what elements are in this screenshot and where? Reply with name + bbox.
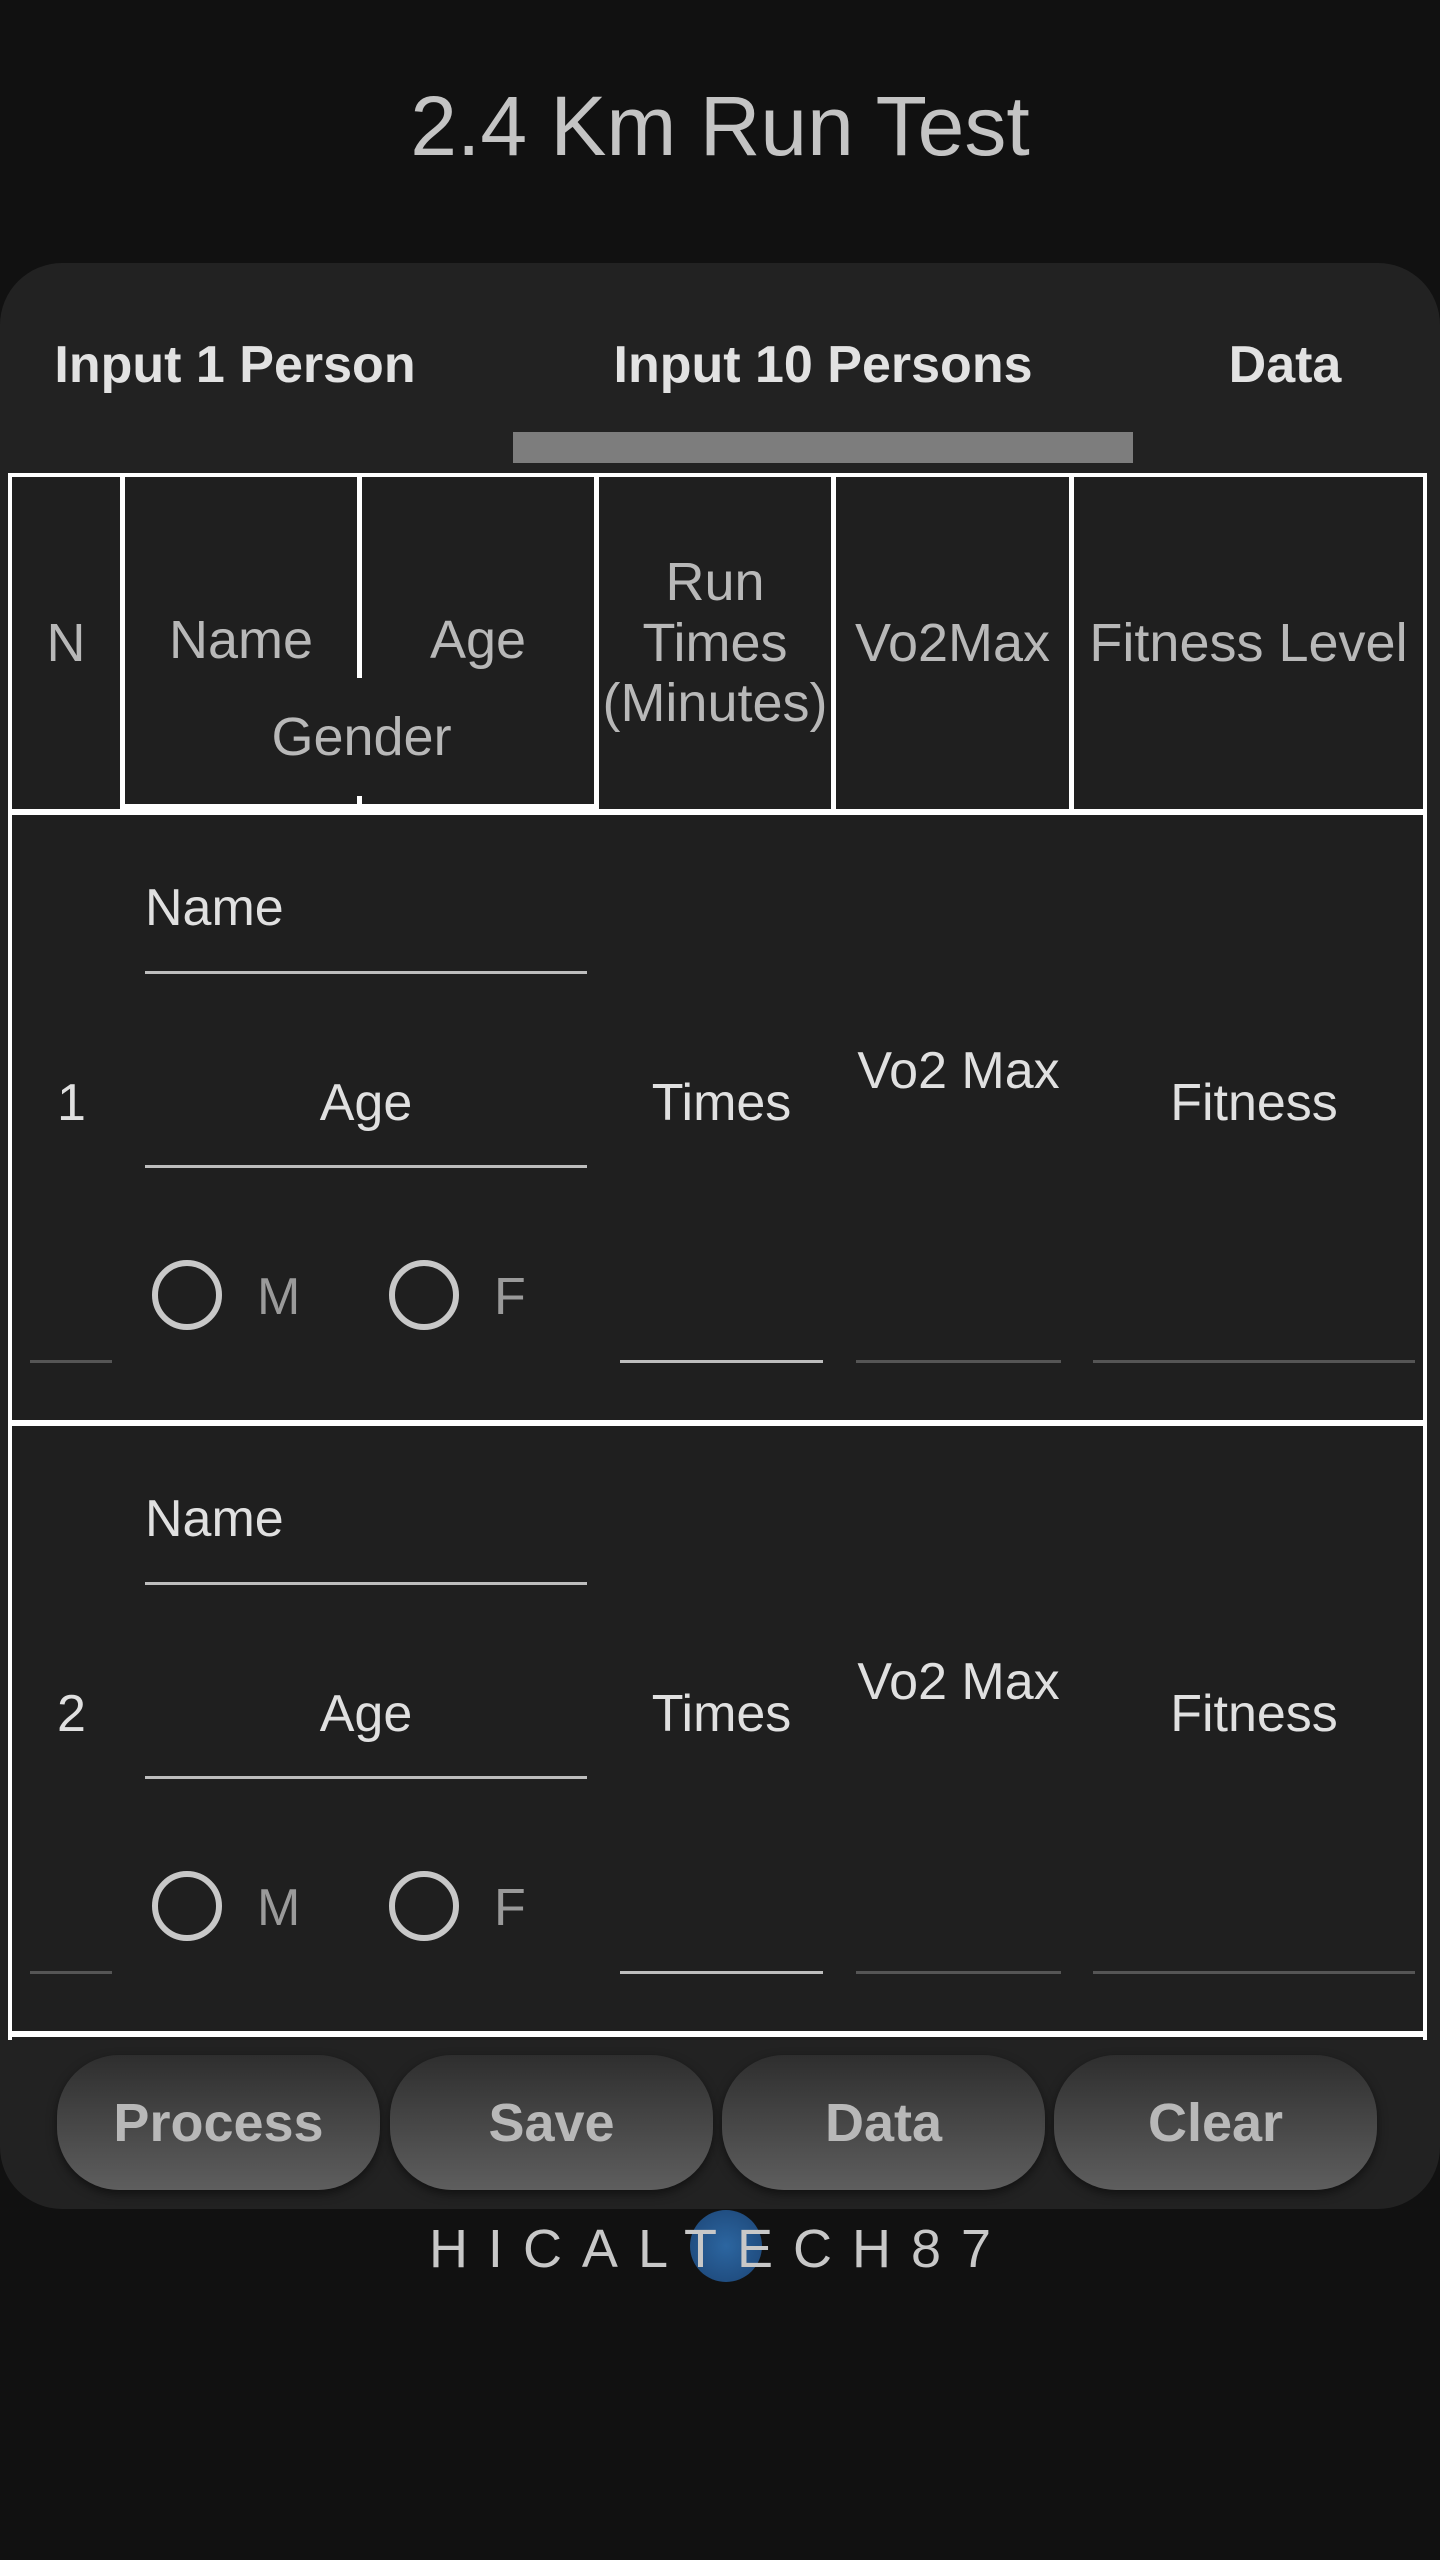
gender-f-radio[interactable] <box>389 1260 459 1330</box>
save-button[interactable]: Save <box>390 2055 713 2190</box>
header-run-times: Run Times (Minutes) <box>599 477 831 809</box>
clear-button[interactable]: Clear <box>1054 2055 1377 2190</box>
gender-f-radio[interactable] <box>389 1871 459 1941</box>
persons-table[interactable]: N Name Age Gender Run Times (Minutes) Vo… <box>8 473 1427 2040</box>
gender-m-radio[interactable] <box>152 1260 222 1330</box>
row-number: 1 <box>57 1074 86 1132</box>
fitness-underline <box>1093 1971 1415 1974</box>
vo2max-underline <box>856 1971 1061 1974</box>
gender-f-label: F <box>494 1268 526 1326</box>
header-n: N <box>12 477 120 809</box>
age-input[interactable]: Age <box>145 1684 587 1744</box>
gender-m-label: M <box>257 1879 301 1937</box>
header-fitness-level: Fitness Level <box>1074 477 1423 809</box>
table-row: 2 Name Age M F Times Vo2 Max Fitness <box>12 1426 1423 2031</box>
times-input[interactable]: Times <box>620 1073 823 1133</box>
times-input[interactable]: Times <box>620 1684 823 1744</box>
header-vo2max: Vo2Max <box>836 477 1069 809</box>
tab-data[interactable]: Data <box>1135 335 1435 395</box>
vo2max-underline <box>856 1360 1061 1363</box>
name-input[interactable]: Name <box>145 1489 284 1549</box>
gender-f-label: F <box>494 1879 526 1937</box>
vo2max-output: Vo2 Max <box>857 1653 1060 1711</box>
row-number-underline <box>30 1360 112 1363</box>
fitness-underline <box>1093 1360 1415 1363</box>
times-input-underline <box>620 1360 823 1363</box>
data-button[interactable]: Data <box>722 2055 1045 2190</box>
footer-brand-text: HICALTECH87 <box>428 2219 1012 2279</box>
gender-m-label: M <box>257 1268 301 1326</box>
vo2max-output: Vo2 Max <box>857 1042 1060 1100</box>
tab-input-10-persons[interactable]: Input 10 Persons <box>513 335 1133 395</box>
process-button[interactable]: Process <box>57 2055 380 2190</box>
name-input[interactable]: Name <box>145 878 284 938</box>
name-input-underline <box>145 1582 587 1585</box>
row-number-underline <box>30 1971 112 1974</box>
fitness-output: Fitness <box>1170 1685 1338 1743</box>
active-tab-indicator <box>513 432 1133 463</box>
table-row-partial <box>12 2037 1423 2040</box>
table-row: 1 Name Age M F Times Vo2 Max Fitness <box>12 815 1423 1420</box>
age-input-underline <box>145 1165 587 1168</box>
fitness-output: Fitness <box>1170 1074 1338 1132</box>
header-gender: Gender <box>133 678 590 796</box>
times-input-underline <box>620 1971 823 1974</box>
row-number: 2 <box>57 1685 86 1743</box>
name-input-underline <box>145 971 587 974</box>
age-input[interactable]: Age <box>145 1073 587 1133</box>
gender-m-radio[interactable] <box>152 1871 222 1941</box>
age-input-underline <box>145 1776 587 1779</box>
page-title: 2.4 Km Run Test <box>410 79 1030 173</box>
tab-input-1-person[interactable]: Input 1 Person <box>20 335 450 395</box>
